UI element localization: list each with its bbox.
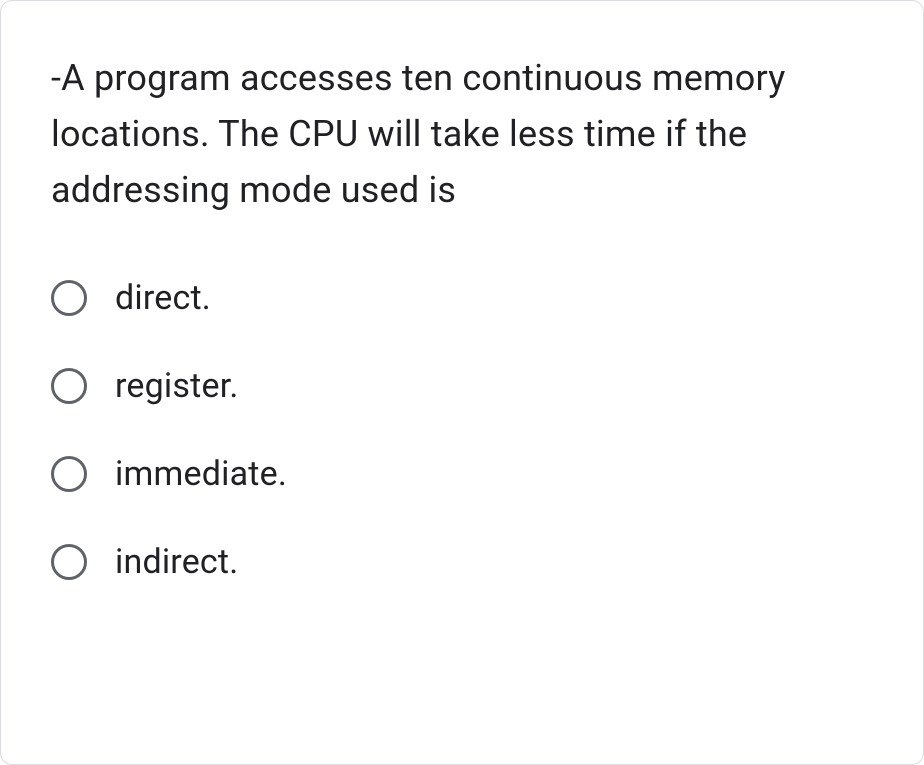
option-direct[interactable]: direct. [51,278,873,318]
option-label: register. [115,366,239,406]
option-label: immediate. [115,454,287,494]
question-text: -A program accesses ten continuous memor… [51,51,873,218]
options-group: direct. register. immediate. indirect. [51,278,873,582]
option-indirect[interactable]: indirect. [51,542,873,582]
option-immediate[interactable]: immediate. [51,454,873,494]
radio-icon [51,368,87,404]
option-register[interactable]: register. [51,366,873,406]
radio-icon [51,456,87,492]
question-card: -A program accesses ten continuous memor… [0,0,924,765]
option-label: indirect. [115,542,238,582]
radio-icon [51,544,87,580]
option-label: direct. [115,278,211,318]
radio-icon [51,280,87,316]
